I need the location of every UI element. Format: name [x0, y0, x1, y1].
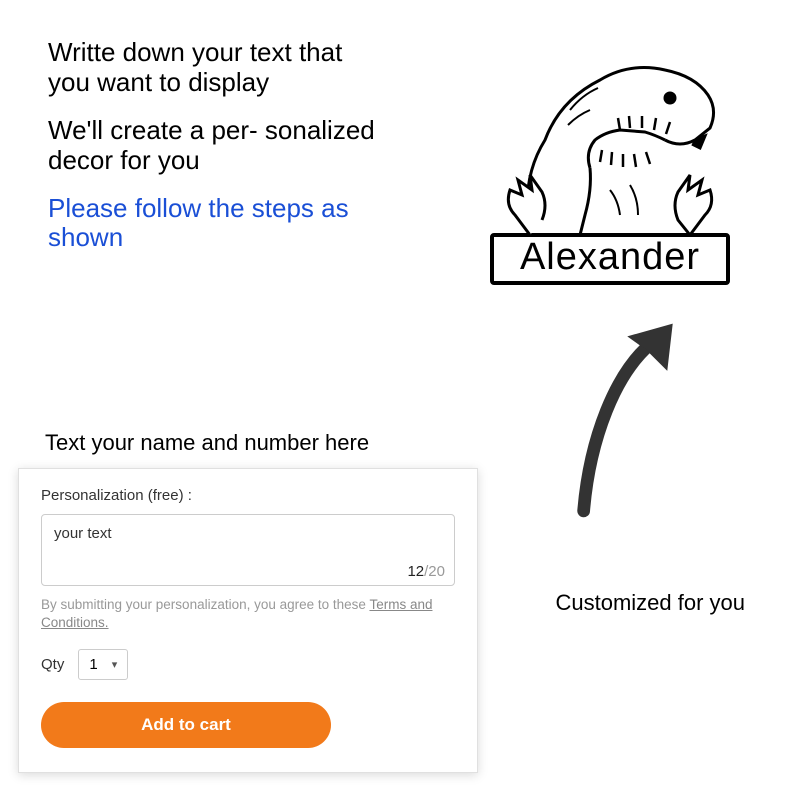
nameplate-text: Alexander	[490, 233, 730, 285]
instruction-line-1: Writte down your text that you want to d…	[48, 38, 388, 98]
qty-value: 1	[89, 656, 97, 673]
personalization-input[interactable]: your text	[41, 514, 455, 586]
arrow-icon	[550, 320, 690, 520]
char-count-current: 12	[407, 563, 424, 580]
instruction-line-3: Please follow the steps as shown	[48, 194, 388, 254]
instructions-block: Writte down your text that you want to d…	[48, 38, 388, 271]
customized-caption: Customized for you	[555, 590, 745, 616]
instruction-line-2: We'll create a per- sonalized decor for …	[48, 116, 388, 176]
input-wrapper: your text 12/20	[41, 514, 455, 586]
char-count-max: /20	[424, 563, 445, 580]
chevron-down-icon: ▾	[112, 658, 118, 671]
product-preview: Alexander	[470, 40, 750, 285]
qty-select[interactable]: 1 ▾	[78, 649, 128, 680]
form-title: Text your name and number here	[45, 430, 369, 456]
personalization-form: Personalization (free) : your text 12/20…	[18, 468, 478, 773]
dinosaur-icon	[470, 40, 750, 240]
arrow-block	[520, 320, 720, 520]
qty-row: Qty 1 ▾	[41, 649, 455, 680]
qty-label: Qty	[41, 656, 64, 673]
add-to-cart-button[interactable]: Add to cart	[41, 702, 331, 748]
personalization-label: Personalization (free) :	[41, 487, 455, 504]
terms-prefix: By submitting your personalization, you …	[41, 597, 369, 612]
terms-text: By submitting your personalization, you …	[41, 596, 455, 631]
char-counter: 12/20	[407, 563, 445, 580]
